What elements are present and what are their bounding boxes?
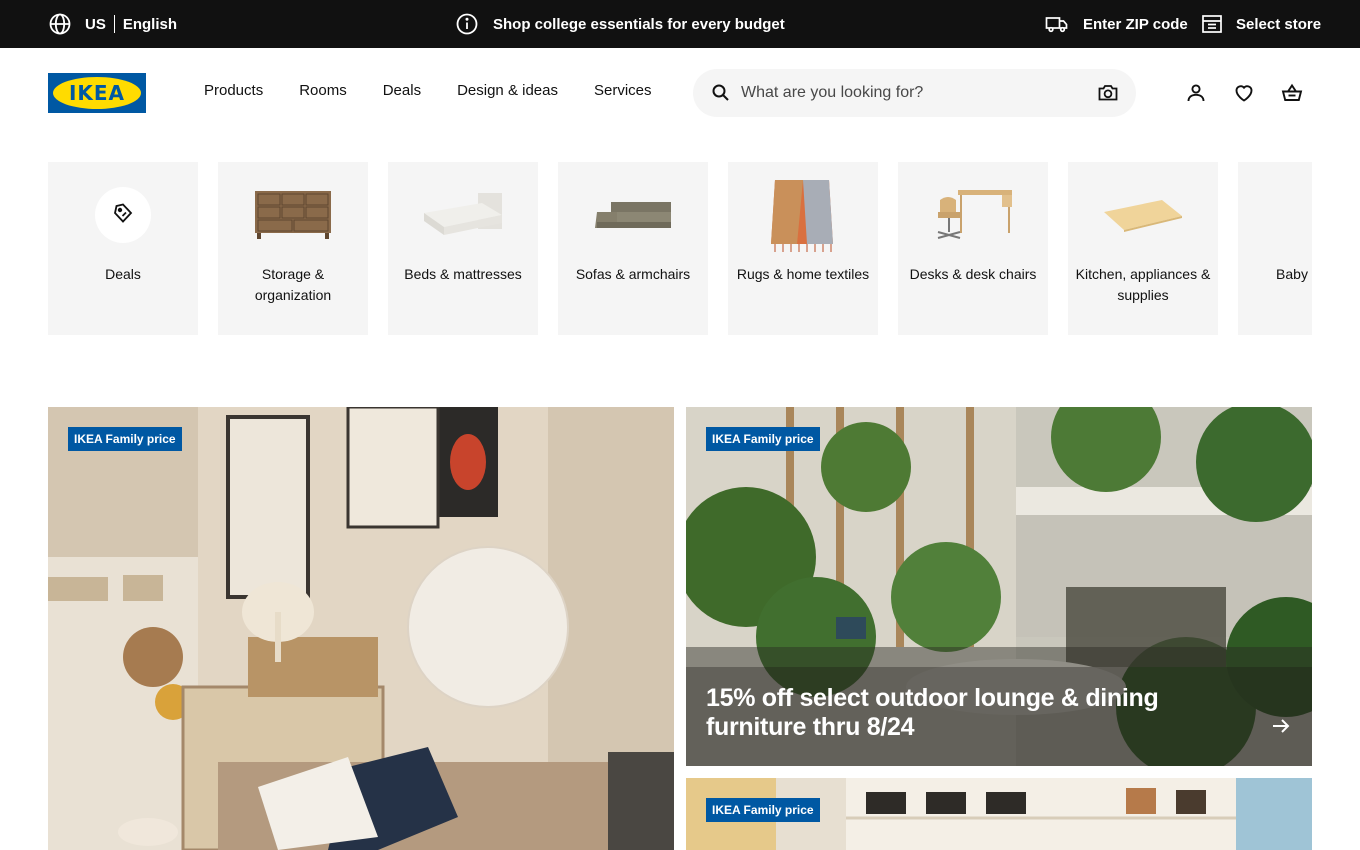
deals-tag-icon (112, 202, 134, 229)
nav-deals[interactable]: Deals (383, 82, 421, 99)
ikea-logo[interactable]: IKEA (48, 73, 146, 113)
category-label: Beds & mattresses (404, 266, 522, 282)
search-input[interactable] (741, 81, 1071, 105)
family-price-badge: IKEA Family price (68, 427, 182, 451)
category-deals[interactable]: Deals (48, 162, 198, 335)
category-label: Desks & desk chairs (909, 266, 1037, 282)
nav-services[interactable]: Services (594, 82, 652, 99)
category-rugs[interactable]: Rugs & home textiles (728, 162, 878, 335)
category-beds[interactable]: Beds & mattresses (388, 162, 538, 335)
family-price-badge: IKEA Family price (706, 427, 820, 451)
category-kitchen[interactable]: Kitchen, appliances & supplies (1068, 162, 1218, 335)
sofa-image (558, 170, 708, 260)
zip-label: Enter ZIP code (1083, 15, 1188, 33)
deals-circle (95, 187, 151, 243)
category-label: Rugs & home textiles (736, 266, 870, 282)
search-icon[interactable] (711, 83, 731, 108)
logo-oval: IKEA (53, 77, 141, 109)
promo-text: Shop college essentials for every budget (493, 15, 785, 33)
category-label: Kitchen, appliances & supplies (1075, 266, 1211, 303)
bed-image (388, 170, 538, 260)
countertop-image (1068, 170, 1218, 260)
top-bar: US English Shop college essentials for e… (0, 0, 1360, 48)
category-storage[interactable]: Storage & organization (218, 162, 368, 335)
language-label: English (122, 15, 178, 33)
store-icon (1200, 12, 1224, 36)
nav-products[interactable]: Products (204, 82, 263, 99)
heart-icon[interactable] (1232, 81, 1256, 105)
dresser-image (218, 170, 368, 260)
logo-wordmark: IKEA (68, 81, 126, 105)
promo-message[interactable]: Shop college essentials for every budget (455, 0, 785, 48)
family-price-badge: IKEA Family price (706, 798, 820, 822)
category-baby-kids[interactable]: Baby & kids (1238, 162, 1312, 335)
living-room-image (48, 407, 674, 850)
category-desks[interactable]: Desks & desk chairs (898, 162, 1048, 335)
hero-living-room[interactable]: IKEA Family price (48, 407, 674, 850)
category-label: Deals (105, 266, 141, 282)
category-strip: Deals Storage & organization Beds & matt… (48, 162, 1312, 335)
hero-storage-closet[interactable]: IKEA Family price (686, 778, 1312, 850)
store-label: Select store (1236, 15, 1322, 33)
country-code: US (85, 15, 106, 33)
camera-search-icon[interactable] (1097, 82, 1119, 109)
category-thumb (48, 170, 198, 260)
kids-storage-image (1238, 170, 1312, 260)
category-label: Sofas & armchairs (575, 266, 691, 282)
category-sofas[interactable]: Sofas & armchairs (558, 162, 708, 335)
locale-selector[interactable]: US English (48, 0, 177, 48)
nav-design-ideas[interactable]: Design & ideas (457, 82, 558, 99)
category-label: Storage & organization (254, 266, 332, 303)
locale-divider (113, 15, 115, 33)
category-label: Baby & kids (1276, 266, 1312, 282)
select-store-button[interactable]: Select store (1200, 0, 1321, 48)
desk-image (898, 170, 1048, 260)
search-bar (693, 69, 1136, 117)
zip-code-button[interactable]: Enter ZIP code (1045, 0, 1188, 48)
main-nav: Products Rooms Deals Design & ideas Serv… (204, 82, 688, 99)
nav-rooms[interactable]: Rooms (299, 82, 347, 99)
globe-icon (48, 12, 72, 36)
hero-outdoor-furniture[interactable]: IKEA Family price 15% off select outdoor… (686, 407, 1312, 766)
cart-icon[interactable] (1280, 81, 1304, 105)
truck-icon (1045, 12, 1069, 36)
promo-headline: 15% off select outdoor lounge & dining f… (706, 684, 1159, 741)
info-icon (455, 12, 479, 36)
throw-blanket-image (728, 170, 878, 260)
account-icon[interactable] (1184, 81, 1208, 105)
arrow-right-icon[interactable] (1270, 715, 1292, 742)
